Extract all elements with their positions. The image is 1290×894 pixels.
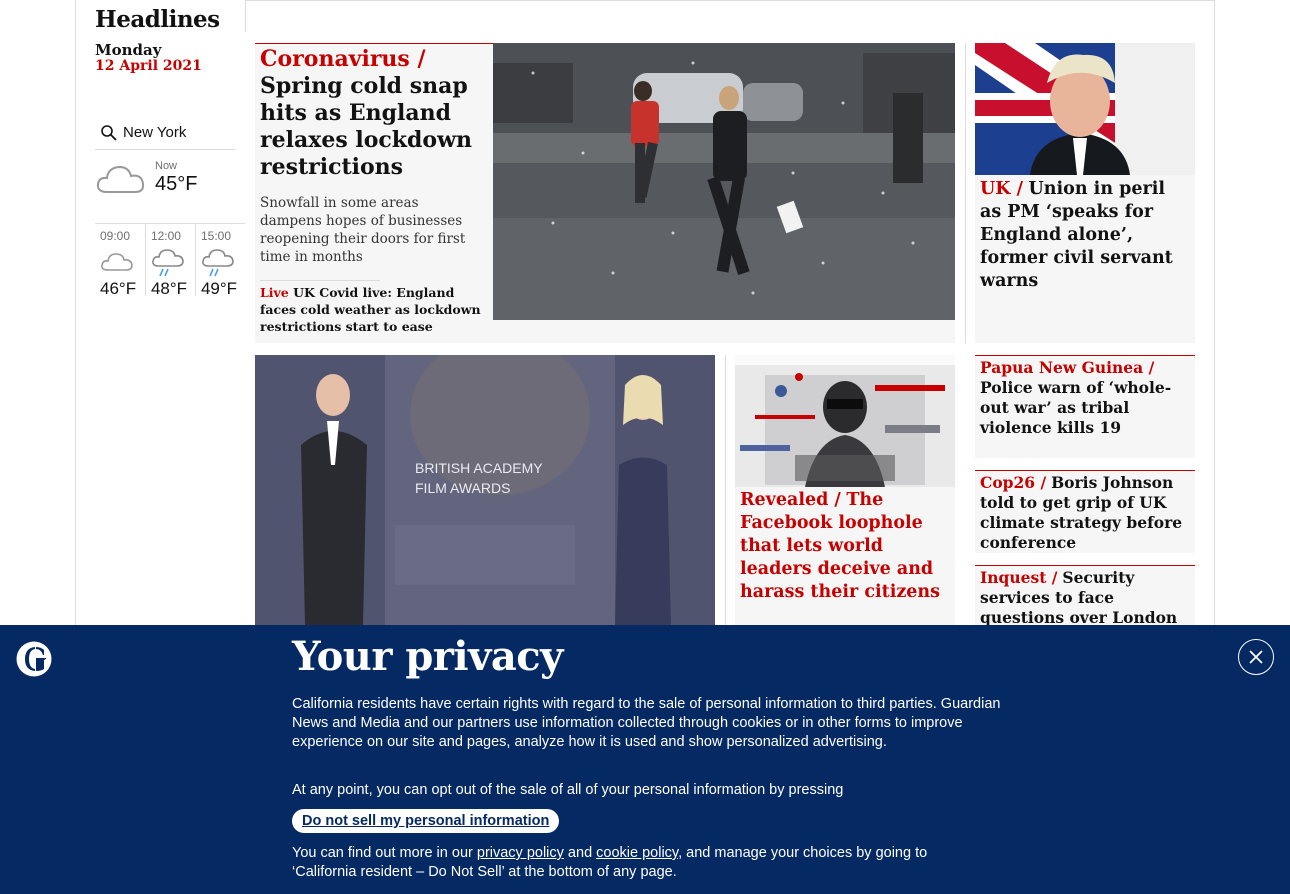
- privacy-paragraph: You can find out more in our privacy pol…: [292, 844, 972, 882]
- guardian-logo-icon: [16, 641, 52, 677]
- side-headline[interactable]: Police warn of ‘whole-out war’ as tribal…: [980, 378, 1171, 437]
- rain-cloud-icon: [151, 248, 195, 278]
- location-input[interactable]: [123, 124, 231, 141]
- story-kicker: Papua New Guinea /: [980, 358, 1155, 377]
- story-kicker: Inquest /: [980, 568, 1058, 587]
- forecast-slot: 09:00 46°F: [95, 224, 145, 298]
- privacy-banner: Your privacy California residents have c…: [0, 625, 1290, 894]
- side-story-card[interactable]: Cop26 / Boris Johnson told to get grip o…: [975, 470, 1195, 553]
- side-story-card[interactable]: Inquest / Security services to face ques…: [975, 565, 1195, 625]
- top-divider: [246, 0, 1214, 1]
- live-sublink-text: UK Covid live: England faces cold weathe…: [260, 285, 481, 334]
- privacy-title: Your privacy: [292, 633, 563, 680]
- cookie-policy-link[interactable]: cookie policy: [596, 845, 678, 861]
- divider: [260, 280, 380, 281]
- now-label: Now: [155, 160, 178, 172]
- current-day: Monday: [95, 41, 162, 59]
- privacy-paragraph: At any point, you can opt out of the sal…: [292, 782, 844, 798]
- facebook-story-image[interactable]: [735, 355, 955, 487]
- privacy-text: You can find out more in our: [292, 845, 477, 861]
- forecast-temperature: 46°F: [100, 279, 137, 298]
- story-kicker: Coronavirus /: [260, 46, 426, 72]
- live-label: Live: [260, 285, 289, 300]
- forecast-time: 15:00: [200, 229, 231, 243]
- close-button[interactable]: [1238, 639, 1274, 675]
- forecast-time: 12:00: [150, 229, 181, 243]
- cloud-icon: [95, 158, 147, 202]
- close-icon: [1249, 650, 1263, 664]
- lead-story-image[interactable]: [493, 43, 955, 320]
- bafta-story-image[interactable]: BRITISH ACADEMY FILM AWARDS: [255, 355, 715, 625]
- column-divider: [725, 355, 726, 625]
- privacy-policy-link[interactable]: privacy policy: [477, 845, 564, 861]
- rain-cloud-icon: [201, 248, 245, 278]
- story-kicker: UK /: [980, 179, 1023, 199]
- title-divider: [245, 0, 246, 32]
- lead-standfirst: Snowfall in some areas dampens hopes of …: [260, 195, 466, 265]
- forecast-slot: 15:00 49°F: [194, 224, 245, 298]
- weather-location-search[interactable]: [95, 116, 235, 150]
- now-temperature: 45°F: [155, 173, 198, 195]
- forecast-slot: 12:00 48°F: [144, 224, 195, 298]
- search-icon: [95, 119, 123, 147]
- do-not-sell-button[interactable]: Do not sell my personal information: [292, 809, 560, 833]
- side-story-card[interactable]: Papua New Guinea / Police warn of ‘whole…: [975, 355, 1195, 458]
- forecast-temperature: 48°F: [150, 279, 188, 298]
- section-title: Headlines: [95, 6, 220, 33]
- forecast-time: 09:00: [100, 229, 131, 243]
- weather-forecast: 09:00 46°F 12:00 48°F 15:00 49°F: [95, 223, 245, 298]
- story-kicker: Cop26 /: [980, 473, 1047, 492]
- current-date: 12 April 2021: [95, 58, 202, 74]
- story-kicker: Revealed /: [740, 490, 841, 510]
- lead-headline[interactable]: Spring cold snap hits as England relaxes…: [260, 73, 472, 180]
- column-divider: [965, 43, 966, 343]
- privacy-text: and: [563, 845, 597, 861]
- privacy-paragraph: California residents have certain rights…: [292, 696, 1001, 750]
- cloud-icon: [100, 248, 145, 278]
- forecast-temperature: 49°F: [200, 279, 238, 298]
- uk-story-image[interactable]: [975, 43, 1195, 175]
- live-sublink[interactable]: Live UK Covid live: England faces cold w…: [260, 284, 485, 335]
